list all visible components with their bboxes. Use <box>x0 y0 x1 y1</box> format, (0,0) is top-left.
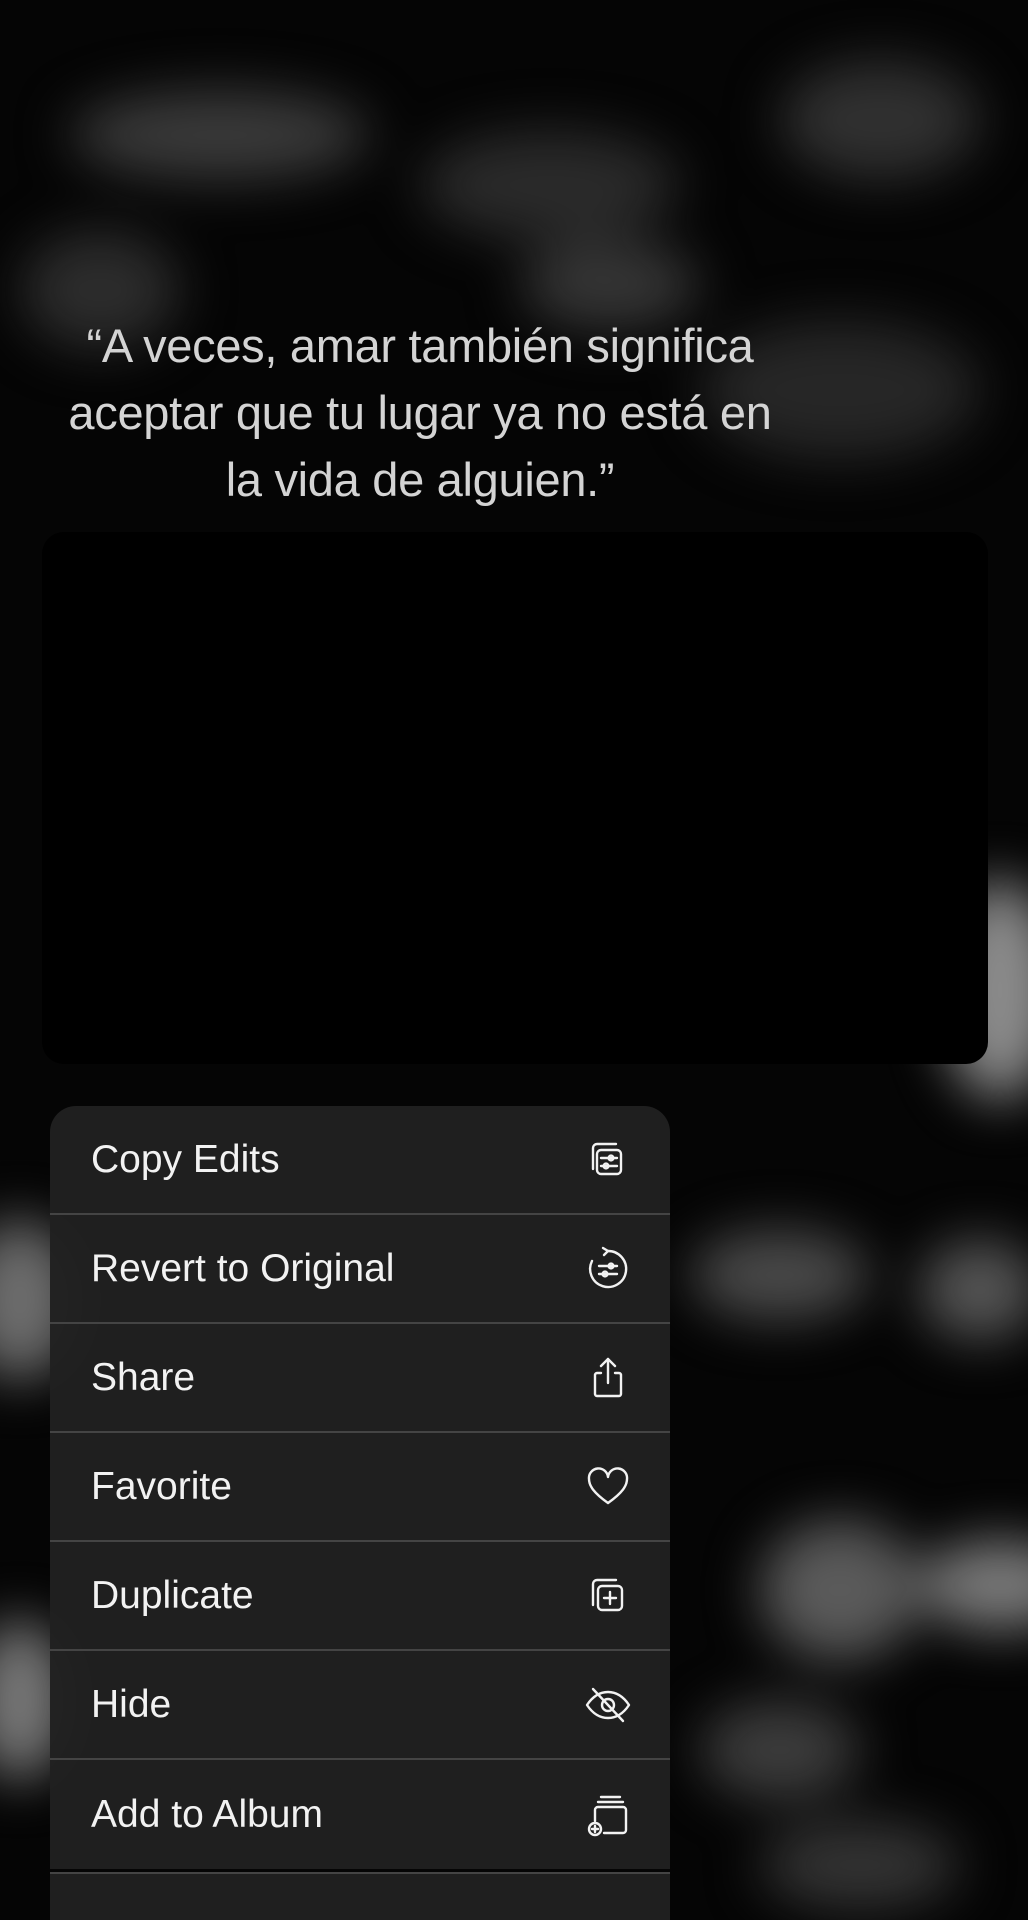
share-icon <box>584 1354 632 1402</box>
menu-item-share[interactable]: Share <box>50 1324 670 1433</box>
menu-item-revert[interactable]: Revert to Original <box>50 1215 670 1324</box>
copy-edits-icon <box>584 1136 632 1184</box>
revert-icon <box>584 1245 632 1293</box>
menu-item-label: Hide <box>91 1682 172 1726</box>
heart-icon <box>584 1463 632 1511</box>
menu-item-copy-edits[interactable]: Copy Edits <box>50 1106 670 1215</box>
photo-preview[interactable] <box>42 532 988 1064</box>
menu-item-duplicate[interactable]: Duplicate <box>50 1542 670 1651</box>
menu-item-label: Share <box>91 1355 196 1399</box>
context-menu: Copy Edits Revert to Original Share Favo… <box>50 1106 670 1869</box>
menu-item-label: Add to Album <box>91 1792 323 1836</box>
quote-line-3: la vida de alguien.” <box>225 453 615 506</box>
eye-slash-icon <box>584 1681 632 1729</box>
menu-item-favorite[interactable]: Favorite <box>50 1433 670 1542</box>
menu-item-hide[interactable]: Hide <box>50 1651 670 1760</box>
quote-text: “A veces, amar también significa aceptar… <box>20 312 820 513</box>
add-to-album-icon <box>584 1791 632 1839</box>
screen: “A veces, amar también significa aceptar… <box>0 0 1028 1920</box>
menu-item-label: Duplicate <box>91 1573 254 1617</box>
duplicate-icon <box>584 1572 632 1620</box>
menu-item-label: Revert to Original <box>91 1246 395 1290</box>
menu-item-partial[interactable] <box>50 1872 670 1920</box>
menu-item-label: Copy Edits <box>91 1137 280 1181</box>
menu-item-add-to-album[interactable]: Add to Album <box>50 1760 670 1869</box>
menu-item-label: Favorite <box>91 1464 232 1508</box>
quote-line-2: aceptar que tu lugar ya no está en <box>68 386 772 439</box>
quote-line-1: “A veces, amar también significa <box>86 319 754 372</box>
